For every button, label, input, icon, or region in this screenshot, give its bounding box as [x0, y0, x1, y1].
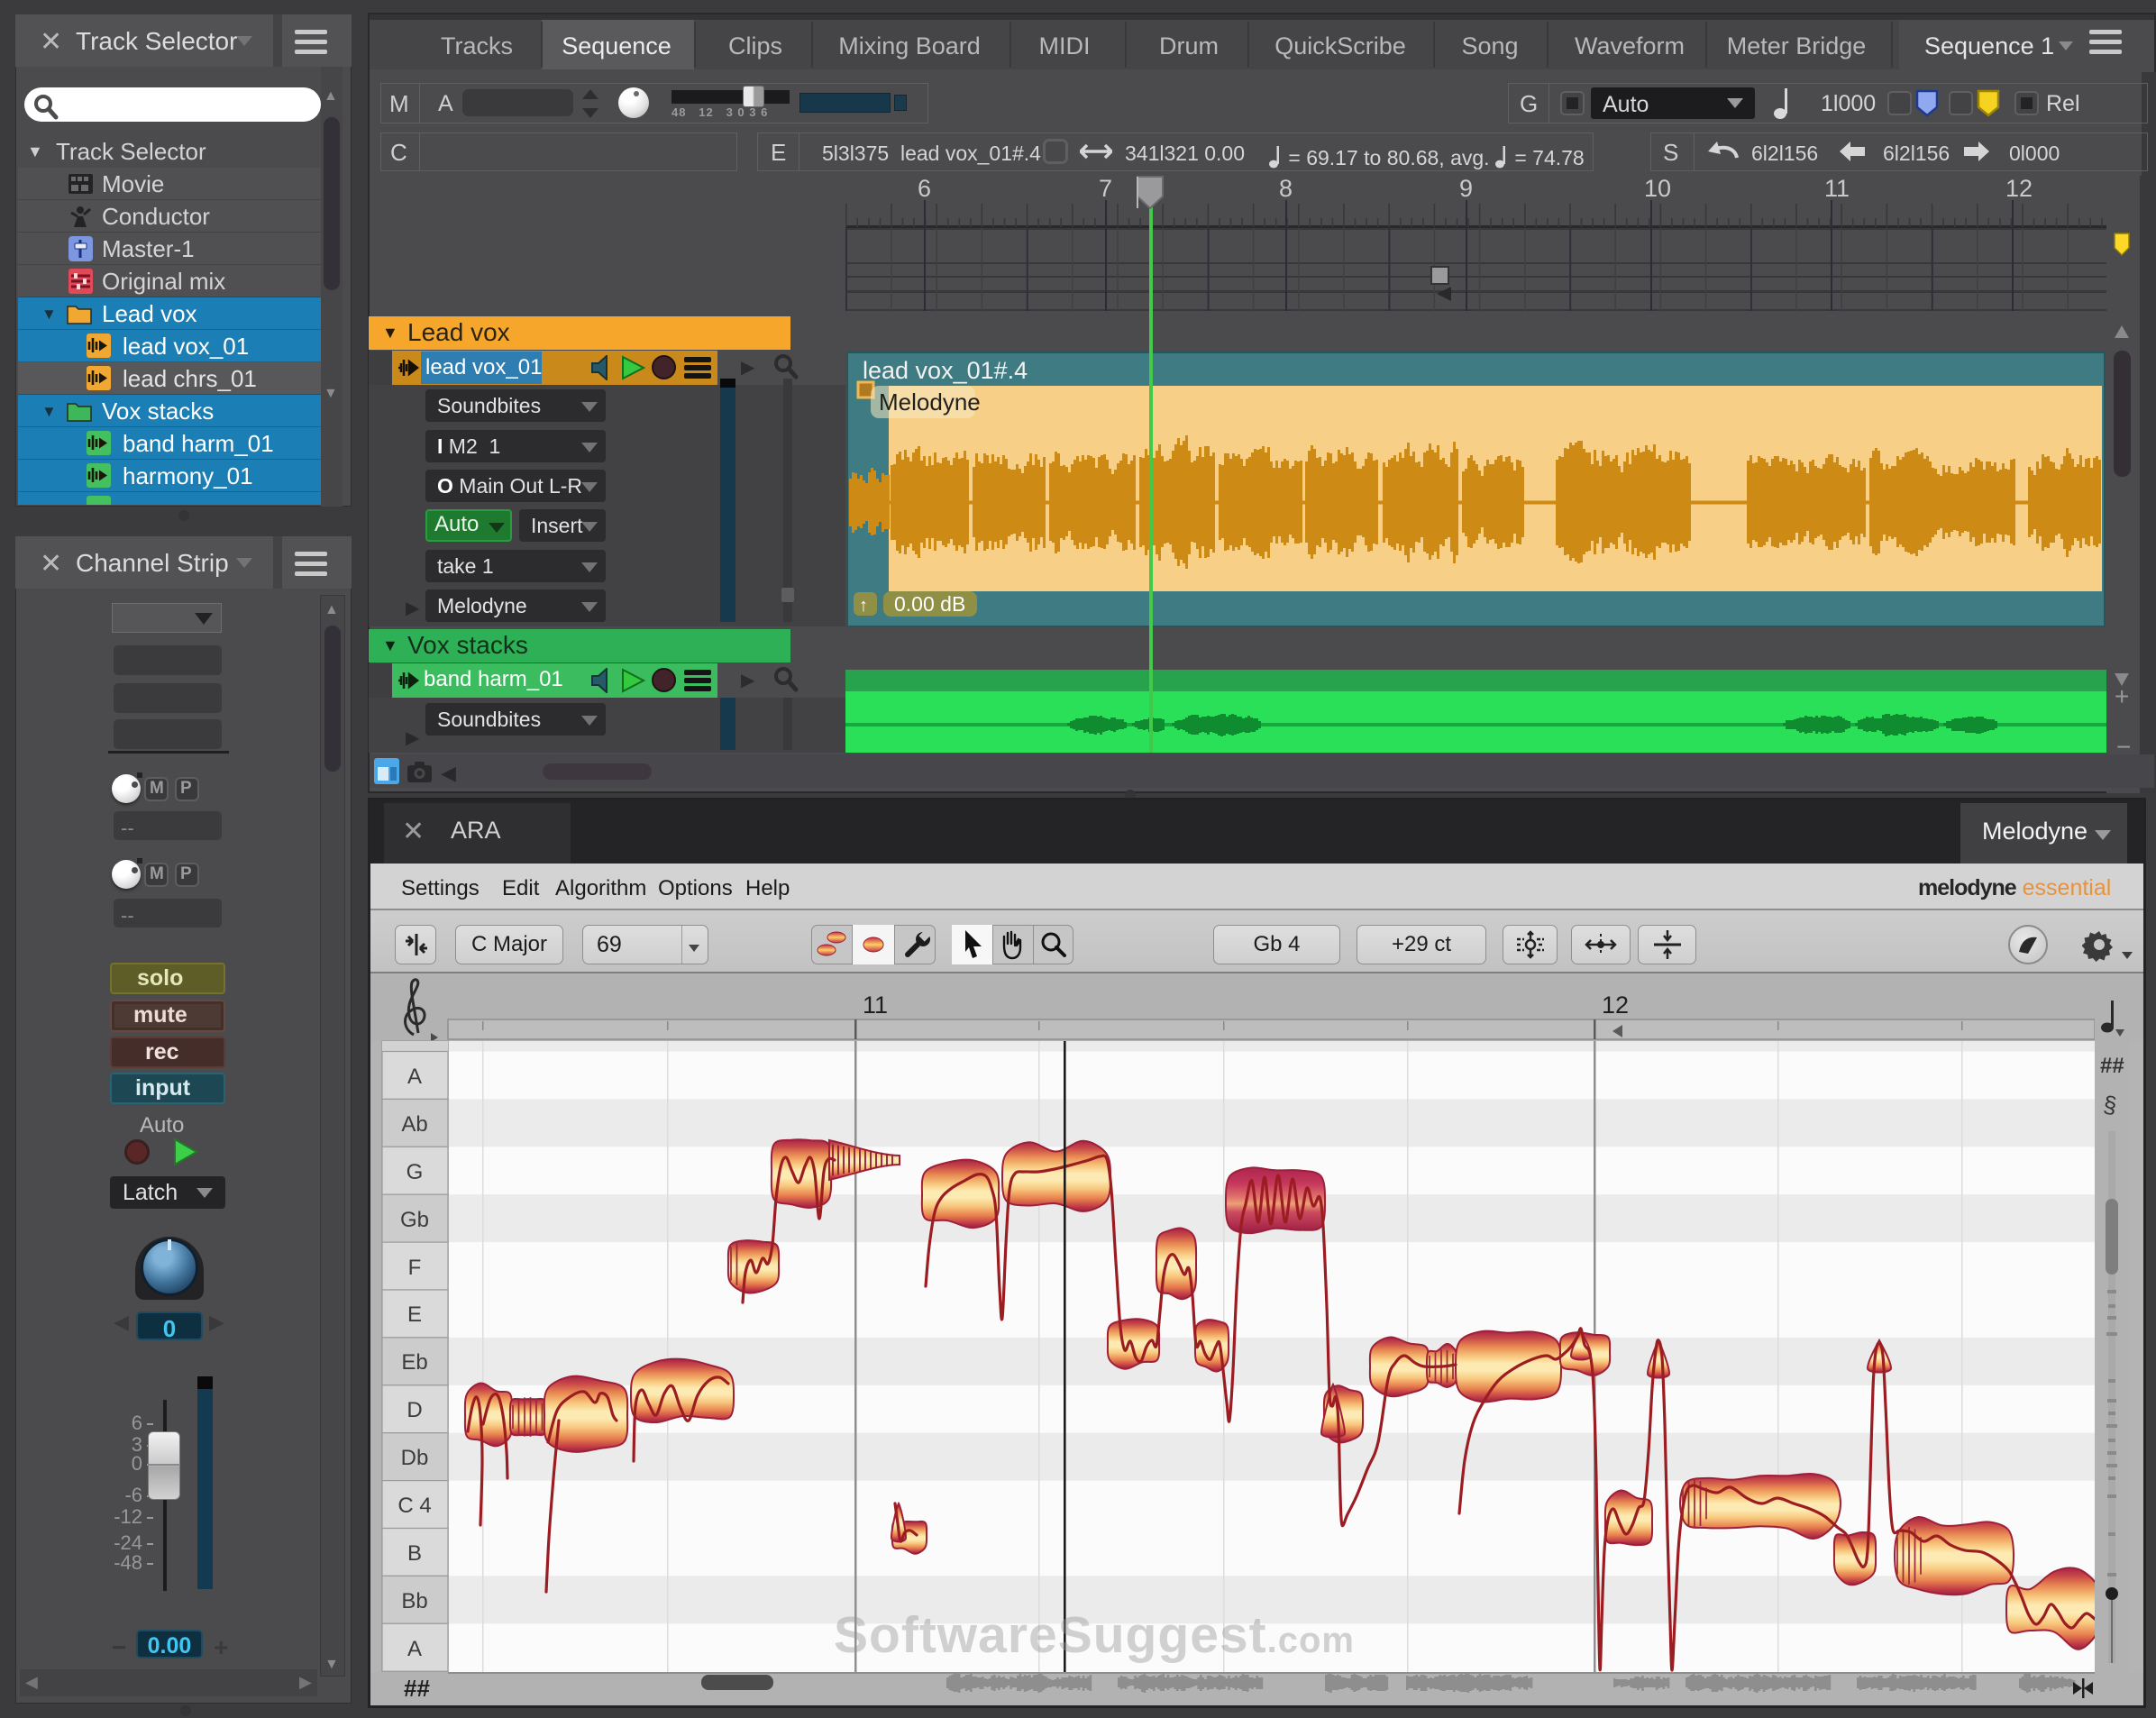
svg-text:+: +	[2115, 682, 2129, 710]
svg-text:↑: ↑	[859, 596, 868, 616]
svg-text:7: 7	[1099, 176, 1112, 202]
svg-text:0.00 dB: 0.00 dB	[894, 592, 965, 616]
svg-text:Melodyne: Melodyne	[879, 388, 981, 416]
svg-text:B: B	[407, 1541, 422, 1566]
svg-text:Gb: Gb	[400, 1208, 429, 1232]
svg-text:11: 11	[863, 992, 888, 1019]
svg-text:11: 11	[1824, 176, 1850, 202]
svg-text:8: 8	[1279, 176, 1293, 202]
svg-text:D: D	[407, 1398, 422, 1422]
svg-text:Bb: Bb	[401, 1589, 427, 1613]
svg-text:A: A	[407, 1065, 422, 1089]
svg-text:Db: Db	[401, 1446, 429, 1470]
svg-text:12: 12	[1602, 992, 1629, 1019]
svg-text:##: ##	[404, 1675, 430, 1702]
svg-text:6: 6	[918, 176, 931, 202]
svg-text:##: ##	[2100, 1054, 2124, 1078]
svg-text:G: G	[407, 1160, 424, 1184]
svg-text:Eb: Eb	[401, 1350, 427, 1375]
svg-text:E: E	[407, 1302, 422, 1327]
svg-text:10: 10	[1644, 176, 1671, 202]
svg-text:C 4: C 4	[397, 1494, 431, 1518]
svg-text:Ab: Ab	[401, 1112, 427, 1137]
svg-text:lead vox_01#.4: lead vox_01#.4	[863, 357, 1028, 384]
svg-text:9: 9	[1459, 176, 1473, 202]
svg-text:F: F	[408, 1256, 422, 1280]
svg-text:A: A	[407, 1637, 422, 1661]
svg-text:12: 12	[2005, 176, 2033, 202]
